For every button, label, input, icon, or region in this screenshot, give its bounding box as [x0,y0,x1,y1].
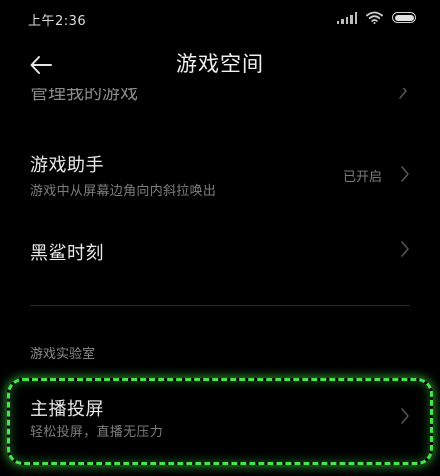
black-shark-moment-title: 黑鲨时刻 [30,243,104,264]
section-divider [30,305,410,306]
chevron-right-icon [401,166,409,182]
manage-games-label: 管理我的游戏 [30,88,138,104]
manage-games-row[interactable]: 管理我的游戏 [0,88,440,110]
status-bar: 上午2:36 [0,0,440,36]
signal-icon [336,11,357,24]
game-assistant-title: 游戏助手 [30,155,104,176]
game-lab-section-header: 游戏实验室 [30,347,96,362]
game-assistant-row[interactable]: 游戏助手 游戏中从屏幕边角向内斜拉唤出 已开启 [0,140,440,210]
highlight-outline [7,378,433,465]
wifi-icon [366,11,383,24]
page-title: 游戏空间 [176,52,264,76]
battery-icon [392,12,416,23]
status-time: 上午2:36 [28,14,87,29]
game-assistant-status: 已开启 [342,170,382,185]
chevron-right-icon [401,241,409,257]
status-icons [336,11,416,24]
header: 游戏空间 [0,40,440,88]
game-assistant-subtitle: 游戏中从屏幕边角向内斜拉唤出 [30,184,217,199]
chevron-right-icon [399,88,407,99]
black-shark-moment-row[interactable]: 黑鲨时刻 [0,222,440,278]
